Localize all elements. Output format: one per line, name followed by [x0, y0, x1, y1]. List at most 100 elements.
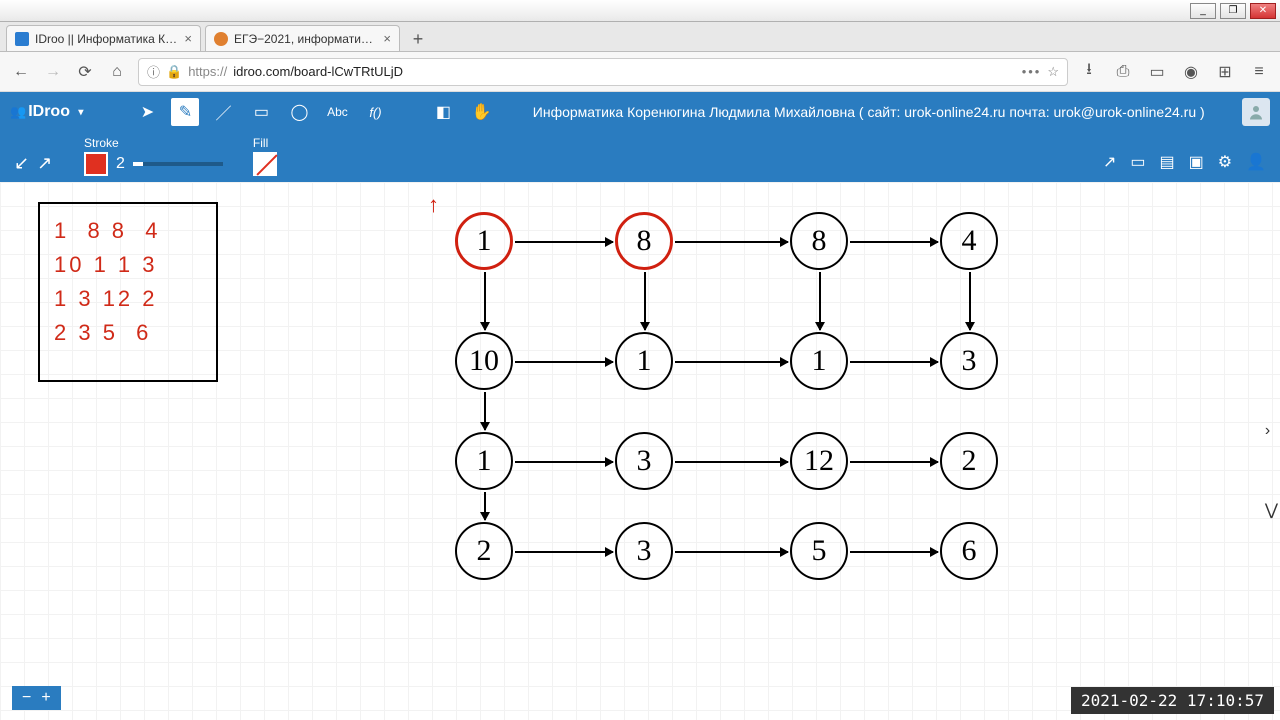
zoom-out-button[interactable]: − — [22, 689, 31, 707]
tab-favicon — [214, 32, 228, 46]
board-title: Информатика Коренюгина Людмила Михайловн… — [505, 104, 1232, 120]
red-arrow-annotation: ↑ — [428, 192, 439, 218]
line-tool[interactable]: ／ — [209, 98, 237, 126]
bookmark-star-icon[interactable]: ☆ — [1047, 64, 1059, 80]
image-icon[interactable]: ▣ — [1189, 152, 1204, 172]
settings-icon[interactable]: ⚙ — [1218, 152, 1232, 172]
graph-arrow — [644, 272, 646, 330]
recording-timestamp: 2021-02-22 17:10:57 — [1071, 687, 1274, 714]
browser-navbar: ← → ⟳ ⌂ ⓘ 🔒 https:// idroo.com/board-lCwT… — [0, 52, 1280, 92]
page-actions-icon[interactable]: ••• — [1022, 64, 1042, 79]
sidebar-icon[interactable]: ▭ — [1146, 61, 1168, 83]
home-button[interactable]: ⌂ — [106, 61, 128, 83]
eraser-tool[interactable]: ◧ — [429, 98, 457, 126]
window-close-button[interactable]: ✕ — [1250, 3, 1276, 19]
tab-favicon — [15, 32, 29, 46]
graph-node: 10 — [455, 332, 513, 390]
graph-arrow — [484, 272, 486, 330]
matrix-row: 10 1 1 3 — [54, 248, 202, 282]
ellipse-tool[interactable]: ◯ — [285, 98, 313, 126]
lock-icon: 🔒 — [166, 64, 182, 80]
graph-node: 8 — [790, 212, 848, 270]
matrix-row: 1 8 8 4 — [54, 214, 202, 248]
clipboard-icon[interactable]: ▤ — [1159, 152, 1174, 172]
graph-node: 2 — [455, 522, 513, 580]
url-protocol: https:// — [188, 64, 227, 79]
enter-fullscreen-icon[interactable]: ↗ — [37, 153, 52, 174]
pen-tool[interactable]: ✎ — [171, 98, 199, 126]
user-avatar[interactable] — [1242, 98, 1270, 126]
graph-arrow — [675, 461, 788, 463]
zoom-in-button[interactable]: + — [41, 689, 50, 707]
graph-node: 1 — [455, 212, 513, 270]
graph-node: 1 — [455, 432, 513, 490]
side-marks: ›⋁ — [1265, 422, 1278, 520]
pointer-tool[interactable]: ➤ — [133, 98, 161, 126]
stroke-color-swatch[interactable] — [84, 152, 108, 176]
forward-button[interactable]: → — [42, 61, 64, 83]
zoom-controls: − + — [12, 686, 61, 710]
graph-node: 2 — [940, 432, 998, 490]
tab-close-icon[interactable]: × — [383, 31, 391, 46]
stroke-label: Stroke — [84, 136, 223, 150]
graph-node: 3 — [940, 332, 998, 390]
graph-arrow — [515, 461, 613, 463]
graph-node: 8 — [615, 212, 673, 270]
share-icon[interactable]: ↗ — [1103, 152, 1116, 172]
graph-node: 5 — [790, 522, 848, 580]
tab-close-icon[interactable]: × — [184, 31, 192, 46]
browser-tab[interactable]: ЕГЭ−2021, информатика: зад × — [205, 25, 400, 51]
library-icon[interactable]: ⎙ — [1112, 61, 1134, 83]
idroo-logo[interactable]: 👥IDroo ▾ — [10, 103, 83, 121]
url-bar[interactable]: ⓘ 🔒 https:// idroo.com/board-lCwTRtULjD •… — [138, 58, 1068, 86]
page-info-icon[interactable]: ⓘ — [147, 62, 160, 81]
formula-tool[interactable]: f() — [361, 98, 389, 126]
back-button[interactable]: ← — [10, 61, 32, 83]
idroo-toolbar: 👥IDroo ▾ ➤ ✎ ／ ▭ ◯ Abc f() ◧ ✋ Информати… — [0, 92, 1280, 132]
graph-node: 12 — [790, 432, 848, 490]
graph-arrow — [819, 272, 821, 330]
graph-arrow — [484, 492, 486, 520]
graph-node: 3 — [615, 432, 673, 490]
tab-title: ЕГЭ−2021, информатика: зад — [234, 32, 377, 46]
window-maximize-button[interactable]: ❐ — [1220, 3, 1246, 19]
graph-arrow — [850, 361, 938, 363]
tab-title: IDroo || Информатика Корен — [35, 32, 178, 46]
matrix-box: 1 8 8 4 10 1 1 3 1 3 12 2 2 3 5 6 — [38, 202, 218, 382]
graph-arrow — [675, 361, 788, 363]
extensions-icon[interactable]: ⊞ — [1214, 61, 1236, 83]
graph-arrow — [515, 241, 613, 243]
exit-fullscreen-icon[interactable]: ↙ — [14, 153, 29, 174]
whiteboard-canvas[interactable]: 1 8 8 4 10 1 1 3 1 3 12 2 2 3 5 6 ↑ 1884… — [0, 182, 1280, 720]
matrix-row: 2 3 5 6 — [54, 316, 202, 350]
graph-arrow — [484, 392, 486, 430]
graph-arrow — [515, 551, 613, 553]
new-tab-button[interactable]: + — [404, 27, 432, 51]
menu-icon[interactable]: ≡ — [1248, 61, 1270, 83]
graph-arrow — [515, 361, 613, 363]
fill-label: Fill — [253, 136, 277, 150]
window-minimize-button[interactable]: _ — [1190, 3, 1216, 19]
graph-arrow — [675, 241, 788, 243]
browser-tab[interactable]: IDroo || Информатика Корен × — [6, 25, 201, 51]
graph-arrow — [969, 272, 971, 330]
stroke-width-slider[interactable] — [133, 162, 223, 166]
stroke-width-value: 2 — [116, 155, 125, 173]
fill-color-swatch[interactable] — [253, 152, 277, 176]
reload-button[interactable]: ⟳ — [74, 61, 96, 83]
graph-node: 3 — [615, 522, 673, 580]
graph-arrow — [675, 551, 788, 553]
browser-tabstrip: IDroo || Информатика Корен × ЕГЭ−2021, и… — [0, 22, 1280, 52]
text-tool[interactable]: Abc — [323, 98, 351, 126]
url-path: idroo.com/board-lCwTRtULjD — [233, 64, 403, 79]
graph-node: 1 — [790, 332, 848, 390]
chat-icon[interactable]: ▭ — [1130, 152, 1145, 172]
graph-node: 6 — [940, 522, 998, 580]
account-icon[interactable]: ◉ — [1180, 61, 1202, 83]
graph-arrow — [850, 461, 938, 463]
users-icon[interactable]: 👤 — [1246, 152, 1266, 172]
pan-tool[interactable]: ✋ — [467, 98, 495, 126]
rect-tool[interactable]: ▭ — [247, 98, 275, 126]
graph-arrow — [850, 551, 938, 553]
downloads-icon[interactable]: ⭳ — [1078, 61, 1100, 83]
